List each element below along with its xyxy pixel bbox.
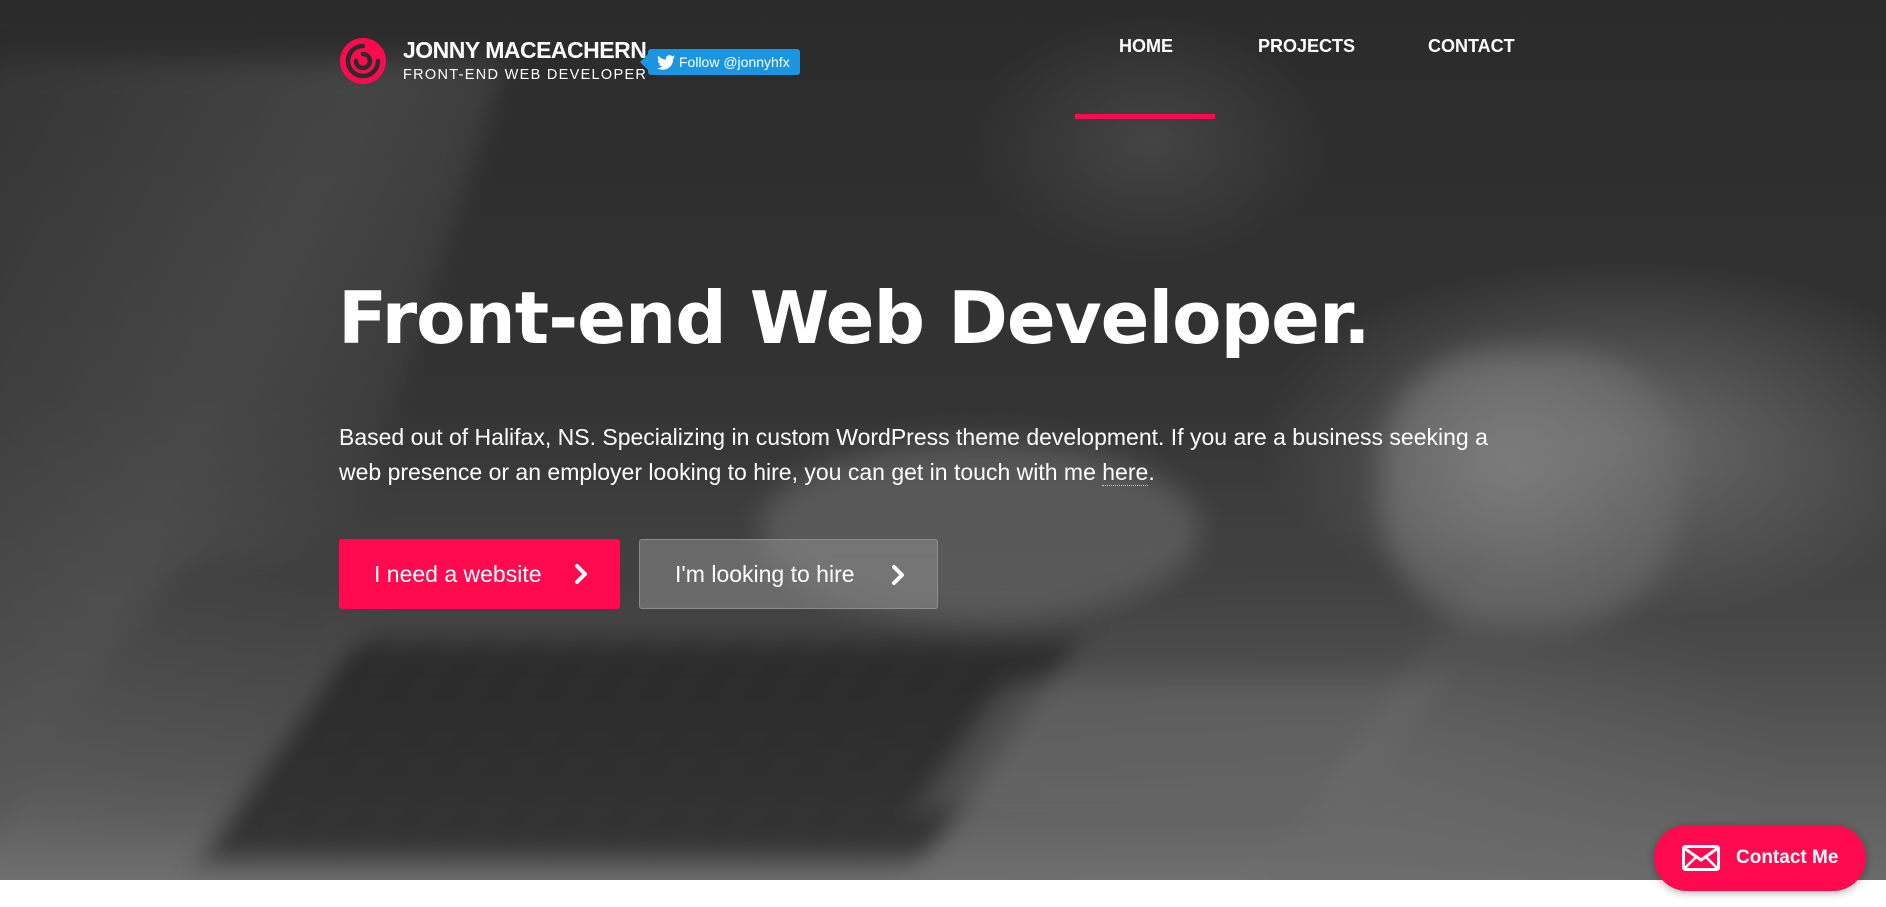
need-website-label: I need a website	[374, 560, 542, 587]
twitter-follow-label: Follow @jonnyhfx	[679, 54, 790, 70]
hero-section: JONNY MACEACHERN FRONT-END WEB DEVELOPER…	[0, 0, 1886, 880]
background-trackpad	[914, 680, 1446, 810]
logo-swirl-icon[interactable]	[339, 37, 387, 85]
hero-intro-text: Based out of Halifax, NS. Specializing i…	[339, 424, 1488, 485]
looking-to-hire-button[interactable]: I'm looking to hire	[639, 539, 938, 609]
hero-intro: Based out of Halifax, NS. Specializing i…	[339, 420, 1519, 490]
background-keyboard	[202, 640, 1078, 860]
brand-tagline: FRONT-END WEB DEVELOPER	[403, 67, 648, 83]
envelope-icon	[1682, 845, 1720, 871]
hero-intro-end: .	[1148, 459, 1155, 485]
hero-headline: Front-end Web Developer.	[338, 276, 1371, 360]
contact-me-label: Contact Me	[1736, 847, 1839, 868]
background-cup	[1380, 350, 1680, 630]
nav-home[interactable]: HOME	[1119, 36, 1173, 57]
need-website-button[interactable]: I need a website	[339, 539, 620, 609]
chevron-right-icon	[575, 564, 587, 584]
contact-me-button[interactable]: Contact Me	[1654, 825, 1866, 891]
nav-contact[interactable]: CONTACT	[1428, 36, 1515, 57]
contact-here-link[interactable]: here	[1102, 459, 1149, 486]
nav-active-indicator	[1075, 114, 1215, 119]
twitter-bird-icon	[657, 54, 675, 70]
twitter-follow-button[interactable]: Follow @jonnyhfx	[640, 49, 800, 75]
chevron-right-icon	[892, 565, 904, 585]
looking-to-hire-label: I'm looking to hire	[675, 560, 855, 587]
brand-name[interactable]: JONNY MACEACHERN	[403, 37, 647, 64]
nav-projects[interactable]: PROJECTS	[1258, 36, 1355, 57]
